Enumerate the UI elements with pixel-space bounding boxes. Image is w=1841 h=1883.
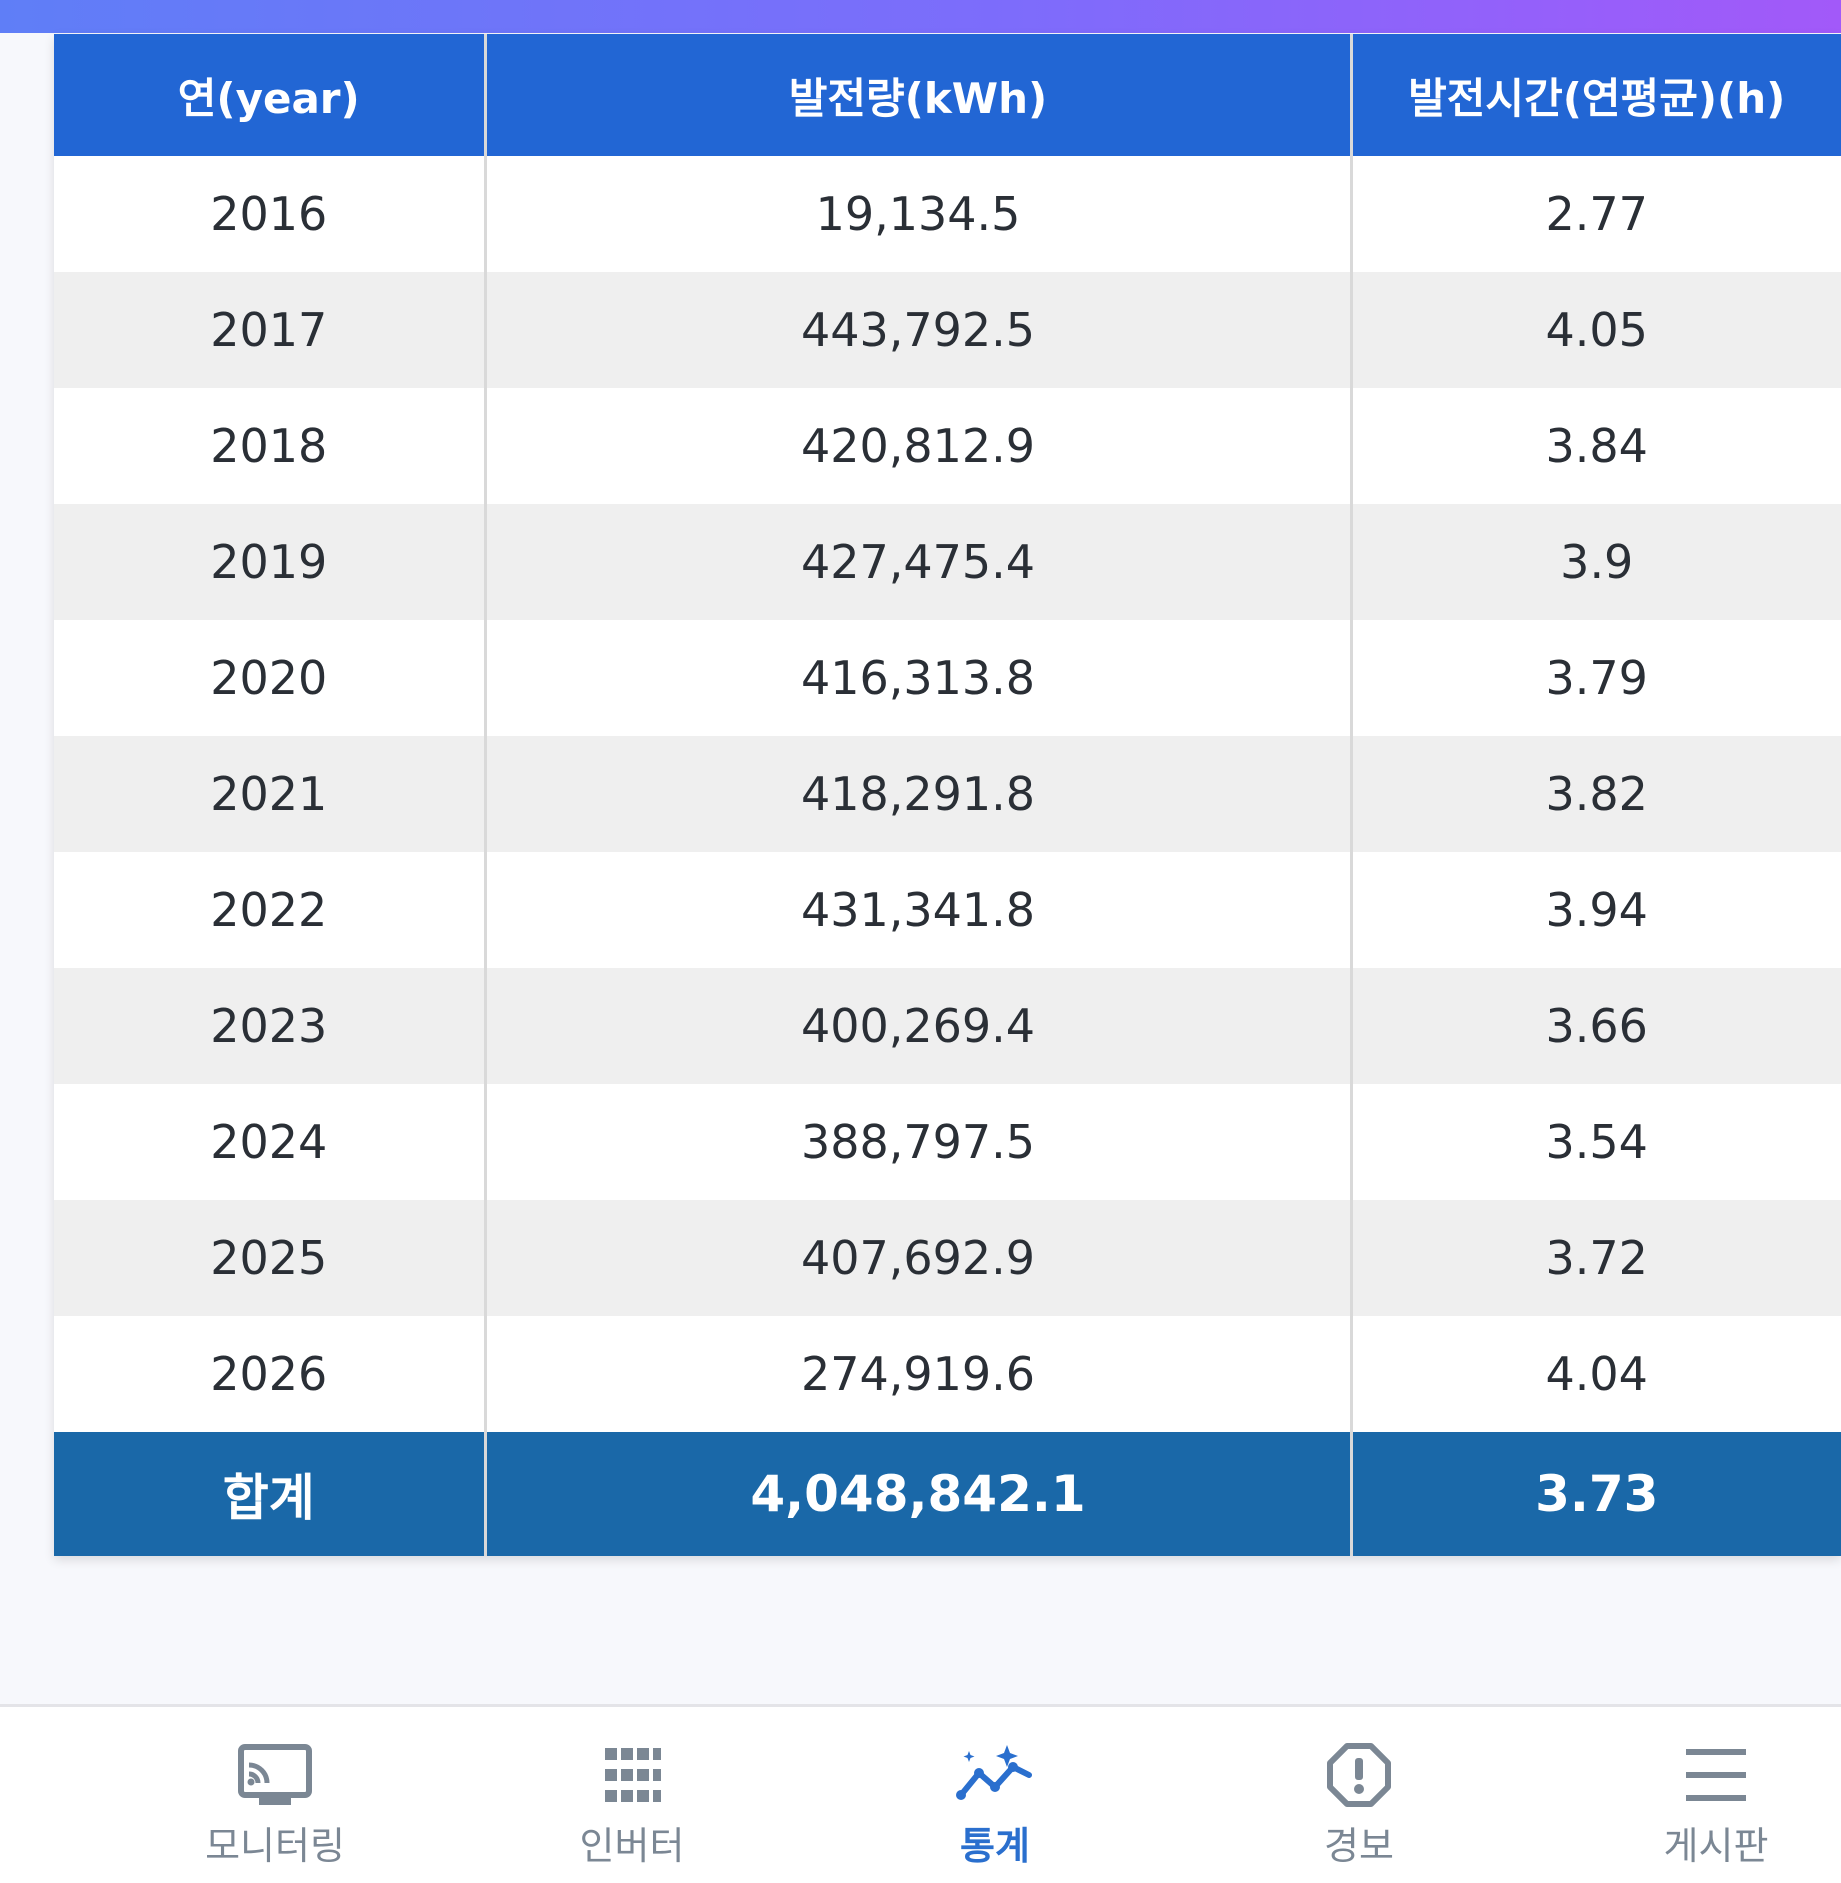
cast-icon	[237, 1743, 313, 1807]
header-year: 연(year)	[54, 34, 487, 156]
top-gradient-bar	[0, 0, 1841, 33]
nav-alarm[interactable]: 경보	[1249, 1707, 1469, 1883]
table-row: 2017 443,792.5 4.05	[54, 272, 1841, 388]
nav-board[interactable]: 게시판	[1606, 1707, 1826, 1883]
table-row: 2026 274,919.6 4.04	[54, 1316, 1841, 1432]
cell-year: 2025	[54, 1200, 487, 1316]
cell-kwh: 416,313.8	[485, 620, 1353, 736]
cell-hours: 3.9	[1351, 504, 1841, 620]
cell-year: 2024	[54, 1084, 487, 1200]
cell-hours: 3.84	[1351, 388, 1841, 504]
menu-icon	[1684, 1743, 1748, 1807]
table-row: 2025 407,692.9 3.72	[54, 1200, 1841, 1316]
cell-kwh: 418,291.8	[485, 736, 1353, 852]
cell-kwh: 420,812.9	[485, 388, 1353, 504]
table-row: 2023 400,269.4 3.66	[54, 968, 1841, 1084]
total-hours: 3.73	[1351, 1432, 1841, 1556]
header-generation-hours: 발전시간(연평균)(h)	[1351, 34, 1841, 156]
nav-monitoring[interactable]: 모니터링	[165, 1707, 385, 1883]
bottom-navigation: 모니터링 인버터 통계 경보 게시판	[0, 1704, 1841, 1883]
cell-year: 2026	[54, 1316, 487, 1432]
nav-label: 인버터	[579, 1824, 685, 1868]
cell-kwh: 400,269.4	[485, 968, 1353, 1084]
total-row: 합계 4,048,842.1 3.73	[54, 1432, 1841, 1556]
cell-hours: 3.54	[1351, 1084, 1841, 1200]
cell-kwh: 443,792.5	[485, 272, 1353, 388]
cell-year: 2023	[54, 968, 487, 1084]
cell-hours: 2.77	[1351, 156, 1841, 272]
nav-label: 모니터링	[205, 1824, 345, 1868]
cell-year: 2018	[54, 388, 487, 504]
table-header-row: 연(year) 발전량(kWh) 발전시간(연평균)(h)	[54, 34, 1841, 156]
table-row: 2018 420,812.9 3.84	[54, 388, 1841, 504]
cell-year: 2020	[54, 620, 487, 736]
cell-hours: 3.72	[1351, 1200, 1841, 1316]
nav-label: 경보	[1324, 1824, 1394, 1868]
yearly-stats-table: 연(year) 발전량(kWh) 발전시간(연평균)(h) 2016 19,134…	[54, 34, 1841, 1556]
total-kwh: 4,048,842.1	[485, 1432, 1353, 1556]
cell-hours: 3.66	[1351, 968, 1841, 1084]
cell-hours: 3.79	[1351, 620, 1841, 736]
cell-hours: 4.05	[1351, 272, 1841, 388]
nav-inverter[interactable]: 인버터	[522, 1707, 742, 1883]
cell-year: 2021	[54, 736, 487, 852]
nav-label: 게시판	[1663, 1824, 1769, 1868]
grid-icon	[603, 1743, 661, 1807]
table-row: 2021 418,291.8 3.82	[54, 736, 1841, 852]
cell-kwh: 388,797.5	[485, 1084, 1353, 1200]
cell-kwh: 19,134.5	[485, 156, 1353, 272]
table-row: 2022 431,341.8 3.94	[54, 852, 1841, 968]
cell-kwh: 274,919.6	[485, 1316, 1353, 1432]
stats-sparkle-icon	[955, 1743, 1035, 1807]
cell-hours: 4.04	[1351, 1316, 1841, 1432]
nav-statistics[interactable]: 통계	[885, 1707, 1105, 1883]
table-row: 2016 19,134.5 2.77	[54, 156, 1841, 272]
cell-year: 2017	[54, 272, 487, 388]
table-row: 2020 416,313.8 3.79	[54, 620, 1841, 736]
cell-year: 2022	[54, 852, 487, 968]
alert-octagon-icon	[1327, 1743, 1391, 1807]
table-row: 2019 427,475.4 3.9	[54, 504, 1841, 620]
cell-year: 2019	[54, 504, 487, 620]
cell-hours: 3.82	[1351, 736, 1841, 852]
cell-kwh: 407,692.9	[485, 1200, 1353, 1316]
cell-year: 2016	[54, 156, 487, 272]
cell-kwh: 431,341.8	[485, 852, 1353, 968]
header-generation-kwh: 발전량(kWh)	[485, 34, 1353, 156]
table-row: 2024 388,797.5 3.54	[54, 1084, 1841, 1200]
nav-label: 통계	[960, 1824, 1030, 1868]
cell-kwh: 427,475.4	[485, 504, 1353, 620]
cell-hours: 3.94	[1351, 852, 1841, 968]
total-label: 합계	[54, 1432, 487, 1556]
